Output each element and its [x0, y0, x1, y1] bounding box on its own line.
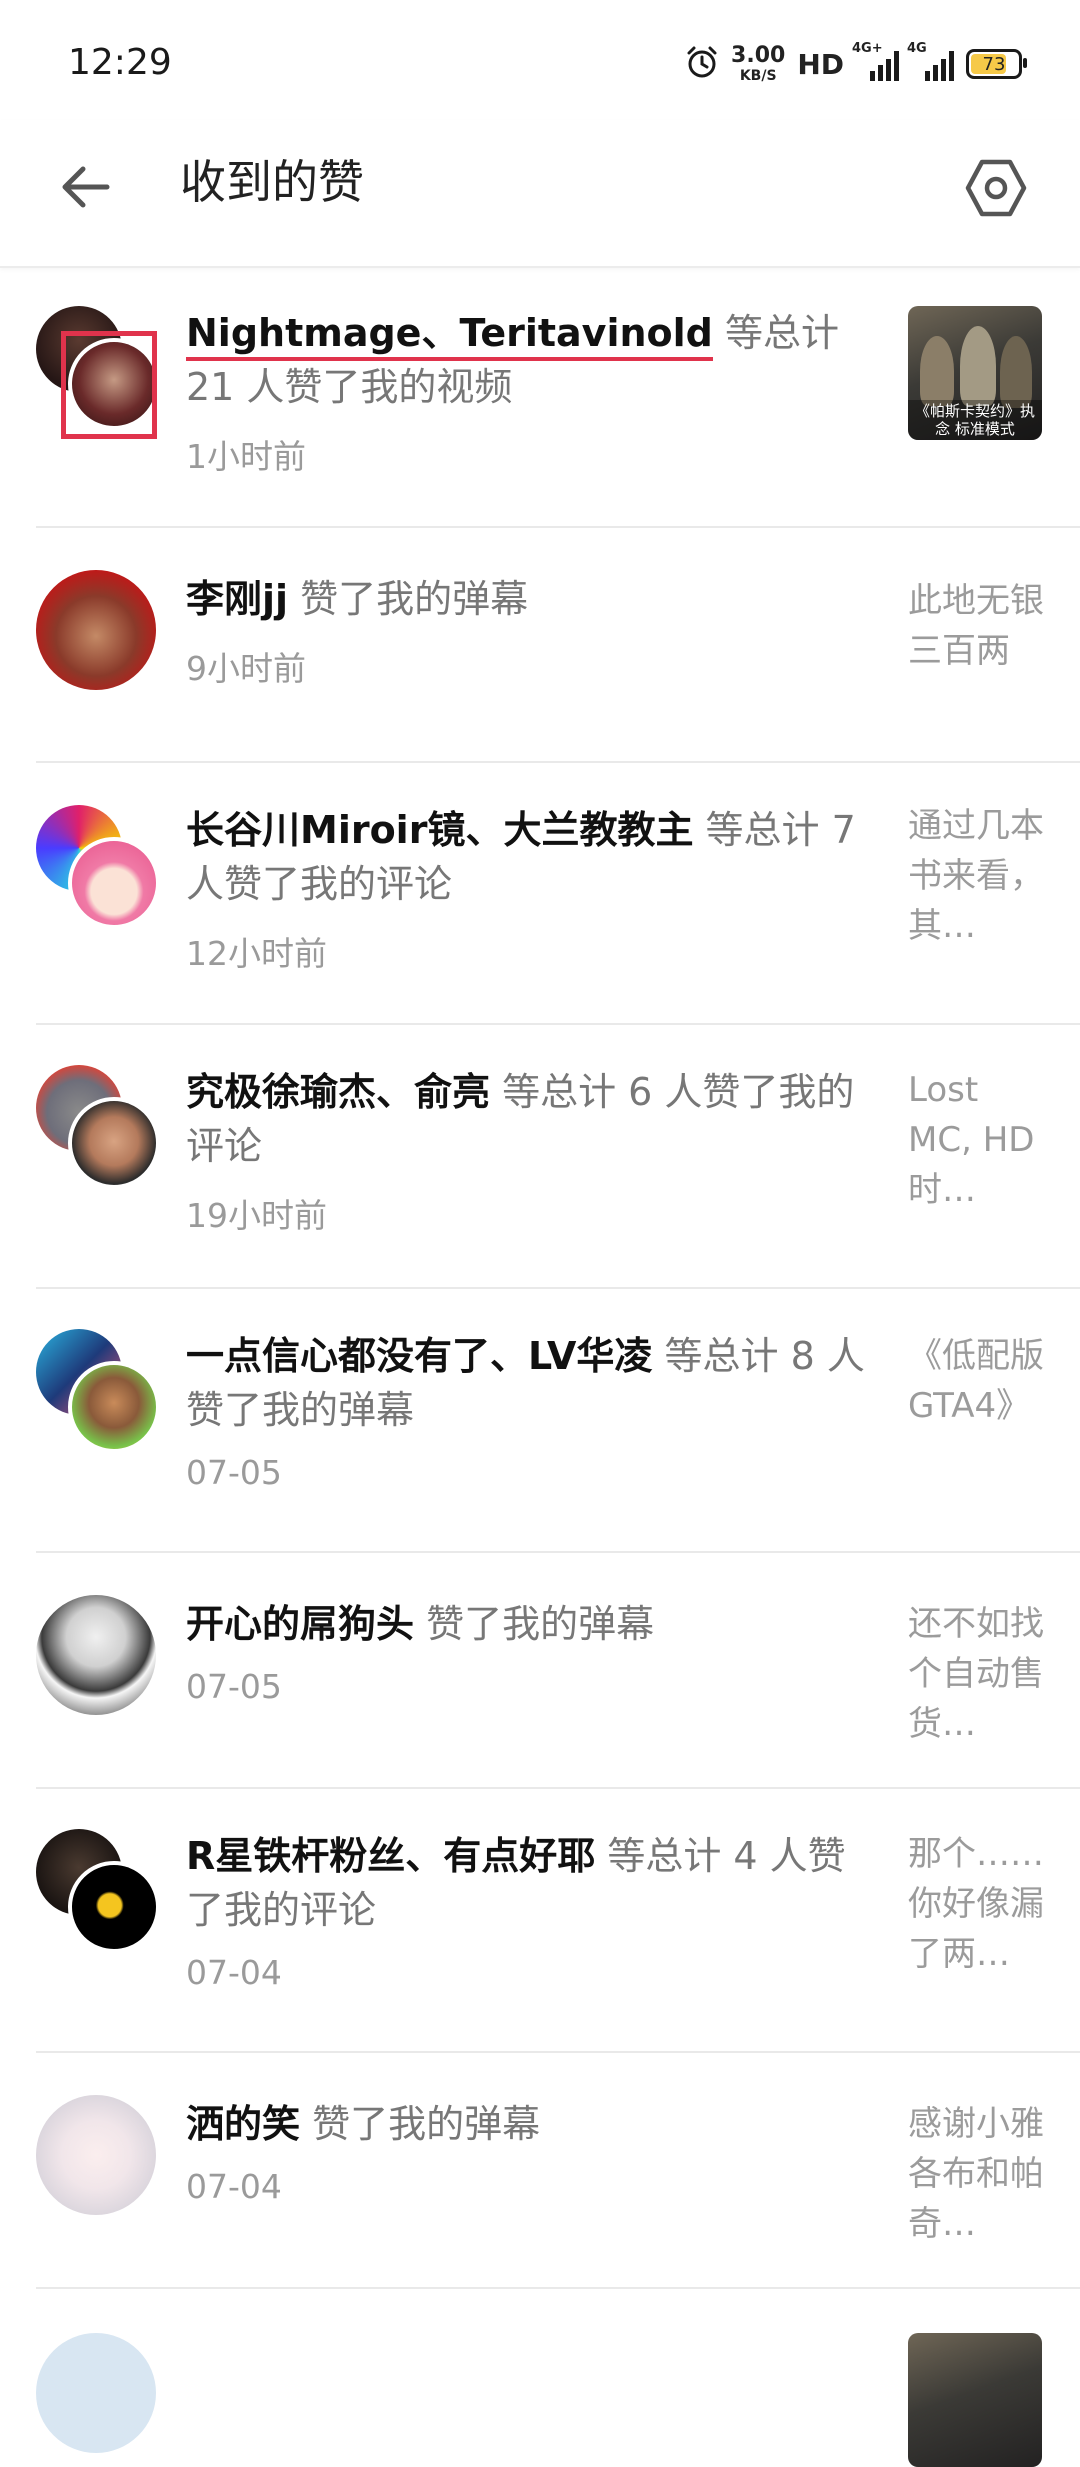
like-time: 12小时前 [186, 934, 327, 973]
liker-names[interactable]: 洒的笑 [186, 2102, 300, 2146]
avatar-group [36, 2095, 160, 2219]
thumbnail-caption: 《帕斯卡契约》执念 标准模式 [908, 400, 1042, 440]
video-thumbnail[interactable] [908, 2333, 1042, 2467]
like-text: R星铁杆粉丝、有点好耶 等总计 4 人赞了我的评论 07-04 [186, 1829, 876, 1992]
content-preview: Lost MC, HD时… [908, 1070, 1035, 1210]
avatar [36, 1595, 156, 1715]
liker-names[interactable]: 李刚jj [186, 577, 288, 621]
like-summary: Nightmage、Teritavinold 等总计 21 人赞了我的视频 [186, 306, 876, 414]
status-bar: 12:29 3.00 KB/S HD 4G+ 4G 73 [0, 0, 1080, 120]
avatar-group [36, 1829, 160, 1953]
back-button[interactable] [50, 154, 120, 224]
like-time: 07-04 [186, 2167, 282, 2206]
hexagon-gear-icon [964, 156, 1028, 224]
signal-icon-2: 4G [907, 41, 954, 81]
likes-list: Nightmage、Teritavinold 等总计 21 人赞了我的视频 1小… [0, 266, 1080, 2467]
net-speed: 3.00 KB/S [731, 43, 786, 84]
like-text: 一点信心都没有了、LV华凌 等总计 8 人赞了我的弹幕 07-05 [186, 1329, 876, 1492]
content-preview: 《低配版GTA4》 [908, 1336, 1044, 1426]
like-text: 开心的屌狗头 赞了我的弹幕 07-05 [186, 1597, 876, 1706]
avatar-group [36, 1595, 160, 1719]
liker-names[interactable]: 究极徐瑜杰、俞亮 [186, 1070, 490, 1114]
avatar-group [36, 1065, 160, 1189]
hd-indicator: HD [797, 47, 844, 81]
like-action: 赞了我的弹幕 [300, 2102, 541, 2146]
content-preview: 那个……你好像漏了两… [908, 1834, 1044, 1974]
status-icons: 3.00 KB/S HD 4G+ 4G 73 [685, 41, 1027, 84]
like-text: 洒的笑 赞了我的弹幕 07-04 [186, 2097, 876, 2206]
like-text: Nightmage、Teritavinold 等总计 21 人赞了我的视频 1小… [186, 306, 876, 478]
list-item[interactable] [0, 2289, 1080, 2467]
avatar [36, 570, 156, 690]
like-text: 长谷川Miroir镜、大兰教教主 等总计 7 人赞了我的评论 12小时前 [186, 803, 876, 975]
like-summary: 李刚jj 赞了我的弹幕 [186, 572, 876, 626]
content-preview: 还不如找个自动售货… [908, 1604, 1044, 1744]
avatar-group [36, 2333, 160, 2457]
like-action: 赞了我的弹幕 [414, 1602, 655, 1646]
content-preview: 感谢小雅各布和帕奇… [908, 2104, 1044, 2244]
highlight-box [61, 331, 157, 439]
settings-button[interactable] [956, 150, 1036, 230]
liker-names[interactable]: 开心的屌狗头 [186, 1602, 414, 1646]
like-time: 07-05 [186, 1453, 282, 1492]
list-item[interactable]: 开心的屌狗头 赞了我的弹幕 07-05 还不如找个自动售货… [0, 1553, 1080, 1789]
like-time: 1小时前 [186, 437, 306, 476]
alarm-icon [685, 45, 719, 83]
like-time: 19小时前 [186, 1196, 327, 1235]
signal-label-1: 4G+ [852, 41, 883, 56]
net-speed-unit: KB/S [739, 68, 777, 84]
like-time: 07-04 [186, 1953, 282, 1992]
arrow-left-icon [57, 159, 113, 219]
video-thumbnail[interactable]: 《帕斯卡契约》执念 标准模式 [908, 306, 1042, 440]
app-header: 收到的赞 [0, 120, 1080, 268]
list-item[interactable]: 洒的笑 赞了我的弹幕 07-04 感谢小雅各布和帕奇… [0, 2053, 1080, 2289]
status-time: 12:29 [68, 42, 172, 83]
like-time: 07-05 [186, 1667, 282, 1706]
signal-label-2: 4G [907, 41, 927, 56]
like-action: 赞了我的弹幕 [288, 577, 529, 621]
avatar-group [36, 805, 160, 929]
liker-names[interactable]: 一点信心都没有了、LV华凌 [186, 1334, 652, 1378]
like-summary: 长谷川Miroir镜、大兰教教主 等总计 7 人赞了我的评论 [186, 803, 876, 911]
list-item[interactable]: 李刚jj 赞了我的弹幕 9小时前 此地无银三百两 [0, 528, 1080, 763]
battery-level: 73 [982, 53, 1006, 75]
avatar [68, 1097, 160, 1189]
avatar-group [36, 570, 160, 694]
avatar-group [36, 1329, 160, 1453]
like-text: 究极徐瑜杰、俞亮 等总计 6 人赞了我的评论 19小时前 [186, 1065, 876, 1237]
liker-names[interactable]: 长谷川Miroir镜、大兰教教主 [186, 808, 693, 852]
list-item[interactable]: 长谷川Miroir镜、大兰教教主 等总计 7 人赞了我的评论 12小时前 通过几… [0, 763, 1080, 1025]
avatar [68, 1861, 160, 1953]
list-item[interactable]: R星铁杆粉丝、有点好耶 等总计 4 人赞了我的评论 07-04 那个……你好像漏… [0, 1789, 1080, 2053]
like-summary: 洒的笑 赞了我的弹幕 [186, 2097, 876, 2151]
liker-names[interactable]: Nightmage、Teritavinold [186, 311, 713, 361]
liker-names[interactable]: R星铁杆粉丝、有点好耶 [186, 1834, 595, 1878]
battery-icon: 73 [966, 49, 1027, 79]
avatar [36, 2333, 156, 2453]
avatar [68, 837, 160, 929]
like-summary: R星铁杆粉丝、有点好耶 等总计 4 人赞了我的评论 [186, 1829, 876, 1937]
like-summary: 一点信心都没有了、LV华凌 等总计 8 人赞了我的弹幕 [186, 1329, 876, 1437]
like-text: 李刚jj 赞了我的弹幕 9小时前 [186, 572, 876, 690]
like-time: 9小时前 [186, 649, 306, 688]
net-speed-value: 3.00 [731, 43, 786, 68]
page-title: 收到的赞 [180, 155, 364, 209]
like-summary: 究极徐瑜杰、俞亮 等总计 6 人赞了我的评论 [186, 1065, 876, 1173]
content-preview: 通过几本书来看，其… [908, 806, 1044, 946]
like-summary: 开心的屌狗头 赞了我的弹幕 [186, 1597, 876, 1651]
signal-icon-1: 4G+ [852, 41, 899, 81]
list-item[interactable]: 一点信心都没有了、LV华凌 等总计 8 人赞了我的弹幕 07-05 《低配版GT… [0, 1289, 1080, 1553]
avatar-group [36, 306, 160, 439]
avatar [68, 1361, 160, 1453]
list-item[interactable]: Nightmage、Teritavinold 等总计 21 人赞了我的视频 1小… [0, 266, 1080, 528]
content-preview: 此地无银三百两 [908, 581, 1044, 671]
list-item[interactable]: 究极徐瑜杰、俞亮 等总计 6 人赞了我的评论 19小时前 Lost MC, HD… [0, 1025, 1080, 1289]
avatar [36, 2095, 156, 2215]
